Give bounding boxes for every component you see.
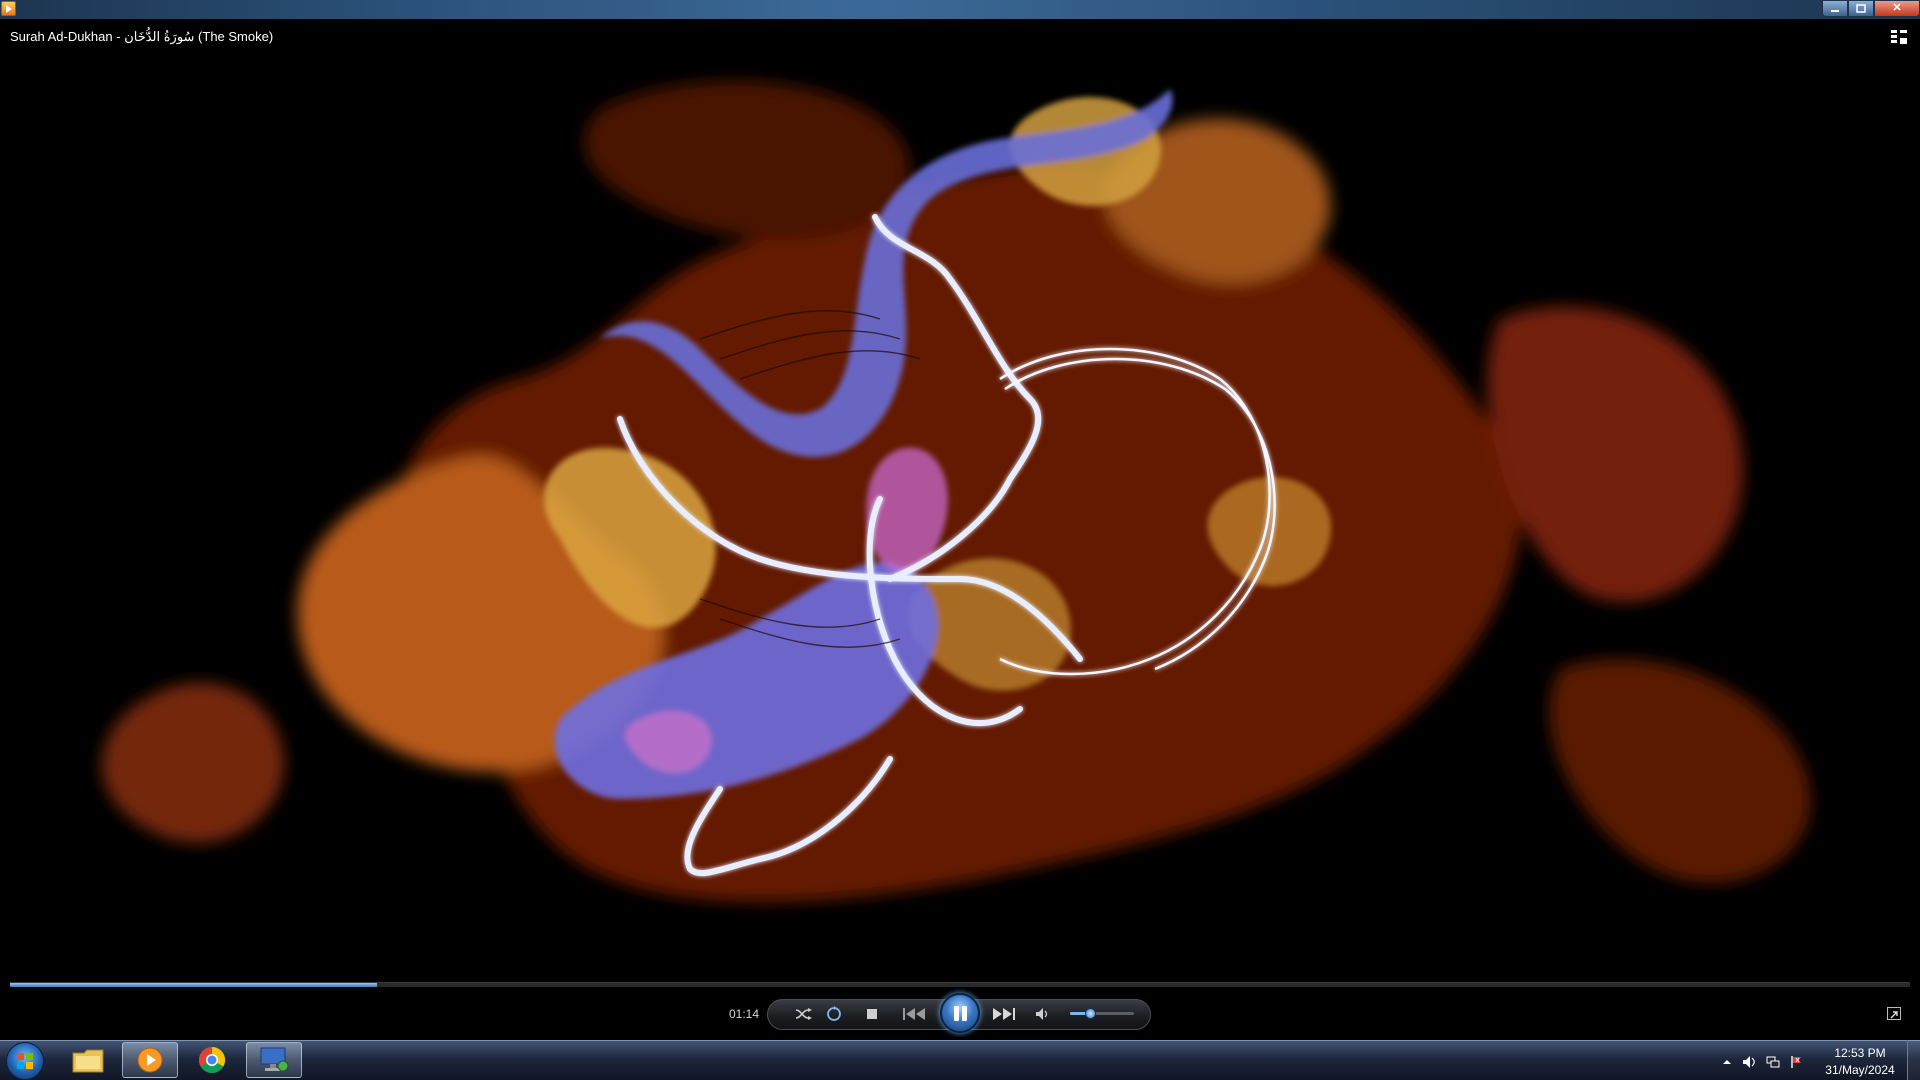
next-button[interactable] xyxy=(988,1002,1020,1026)
volume-slider[interactable] xyxy=(1070,1008,1134,1019)
maximize-button[interactable] xyxy=(1848,0,1874,17)
stop-button[interactable] xyxy=(861,1003,883,1025)
pause-button[interactable] xyxy=(940,993,980,1033)
maximize-icon xyxy=(1856,4,1866,13)
network-icon[interactable] xyxy=(1766,1055,1780,1069)
volume-icon[interactable] xyxy=(1742,1055,1756,1069)
minimize-button[interactable] xyxy=(1822,0,1848,17)
seek-bar-progress xyxy=(10,983,377,987)
taskbar-windows-explorer[interactable] xyxy=(60,1042,116,1078)
chrome-icon xyxy=(198,1046,226,1074)
windows-explorer-icon xyxy=(72,1049,104,1073)
clock-time: 12:53 PM xyxy=(1834,1046,1886,1060)
show-desktop-button[interactable] xyxy=(1907,1040,1920,1080)
previous-icon xyxy=(903,1008,925,1020)
visualization-canvas[interactable] xyxy=(0,19,1920,1004)
clock-date: 31/May/2024 xyxy=(1825,1063,1895,1077)
shuffle-button[interactable] xyxy=(793,1003,815,1025)
start-button[interactable] xyxy=(6,1042,44,1080)
show-hidden-icons-icon[interactable] xyxy=(1720,1055,1734,1069)
mute-icon xyxy=(1036,1008,1048,1020)
remote-desktop-icon xyxy=(260,1047,289,1072)
switch-to-mini-icon[interactable] xyxy=(1887,1007,1901,1020)
media-title: Surah Ad-Dukhan - سُورَةُ الدُّخَان (The… xyxy=(10,29,274,44)
mute-button[interactable] xyxy=(1032,1003,1052,1025)
taskbar-chrome[interactable] xyxy=(184,1042,240,1078)
shuffle-icon xyxy=(795,1008,812,1020)
windows-logo-icon xyxy=(17,1053,33,1069)
stop-icon xyxy=(867,1009,877,1019)
next-icon xyxy=(993,1008,1015,1020)
title-bar[interactable]: ✕ xyxy=(0,0,1920,19)
media-player-icon xyxy=(137,1047,163,1073)
taskbar-media-player[interactable] xyxy=(122,1042,178,1078)
arrow-icon xyxy=(1890,1011,1898,1019)
elapsed-time: 01:14 xyxy=(729,1007,760,1021)
pause-icon-right-bar xyxy=(962,1006,967,1021)
close-button[interactable]: ✕ xyxy=(1874,0,1920,17)
taskbar-clock[interactable]: 12:53 PM 31/May/2024 xyxy=(1813,1045,1907,1079)
taskbar-remote-desktop[interactable] xyxy=(246,1042,302,1078)
repeat-icon xyxy=(827,1006,841,1021)
pause-icon xyxy=(954,1006,959,1021)
window-controls: ✕ xyxy=(1822,0,1920,18)
action-center-flag-icon[interactable] xyxy=(1790,1055,1804,1069)
previous-button[interactable] xyxy=(898,1002,930,1026)
minimize-icon xyxy=(1831,10,1839,12)
switch-to-library-icon[interactable] xyxy=(1890,29,1908,45)
media-player-window: ✕ Surah Ad-Dukhan - سُورَةُ الدُّخَان (T… xyxy=(0,0,1920,1080)
repeat-button[interactable] xyxy=(823,1003,845,1025)
media-player-app-icon[interactable] xyxy=(1,1,16,16)
seek-bar[interactable] xyxy=(10,982,1910,987)
